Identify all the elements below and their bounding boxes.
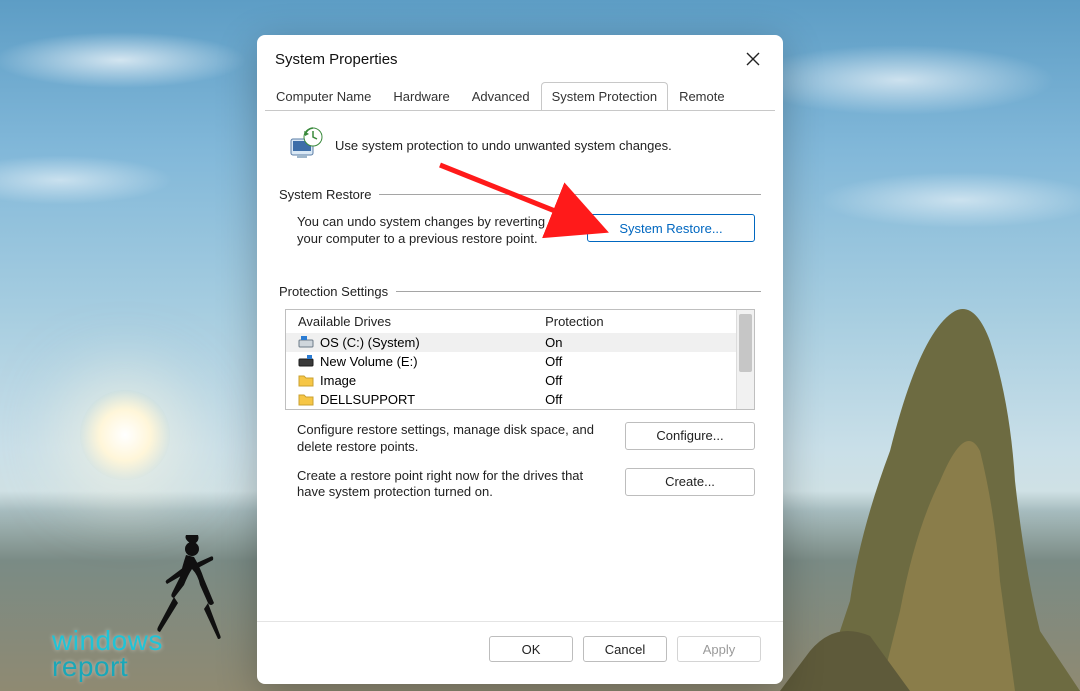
close-button[interactable] bbox=[739, 45, 767, 73]
intro-row: Use system protection to undo unwanted s… bbox=[279, 121, 761, 183]
watermark-logo: windows report bbox=[52, 628, 163, 681]
drive-row[interactable]: Image Off bbox=[286, 371, 736, 390]
drive-row[interactable]: OS (C:) (System) On bbox=[286, 333, 736, 352]
drive-name: New Volume (E:) bbox=[320, 354, 418, 369]
create-button[interactable]: Create... bbox=[625, 468, 755, 496]
tab-strip: Computer Name Hardware Advanced System P… bbox=[257, 81, 783, 110]
system-protection-icon bbox=[285, 125, 325, 165]
tab-underline bbox=[265, 110, 775, 111]
drive-row[interactable]: DELLSUPPORT Off bbox=[286, 390, 736, 409]
drive-protection: Off bbox=[545, 392, 724, 407]
system-properties-dialog: System Properties Computer Name Hardware… bbox=[257, 35, 783, 684]
tab-advanced[interactable]: Advanced bbox=[461, 82, 541, 110]
folder-icon bbox=[298, 392, 314, 406]
system-restore-legend: System Restore bbox=[279, 187, 371, 202]
protection-settings-group: Protection Settings Available Drives Pro… bbox=[279, 284, 761, 502]
intro-text: Use system protection to undo unwanted s… bbox=[335, 138, 672, 153]
tab-content: Use system protection to undo unwanted s… bbox=[257, 111, 783, 603]
rock-formation bbox=[780, 171, 1080, 691]
watermark-line2: report bbox=[52, 654, 163, 681]
drive-name: OS (C:) (System) bbox=[320, 335, 420, 350]
watermark-line1: windows bbox=[52, 628, 163, 655]
system-restore-desc: You can undo system changes by reverting… bbox=[297, 214, 571, 248]
titlebar: System Properties bbox=[257, 35, 783, 81]
drive-name: Image bbox=[320, 373, 356, 388]
drive-system-icon bbox=[298, 335, 314, 349]
dialog-footer: OK Cancel Apply bbox=[257, 621, 783, 684]
drive-protection: Off bbox=[545, 373, 724, 388]
ok-button[interactable]: OK bbox=[489, 636, 573, 662]
system-restore-group: System Restore You can undo system chang… bbox=[279, 187, 761, 280]
create-desc: Create a restore point right now for the… bbox=[297, 468, 609, 502]
drive-name: DELLSUPPORT bbox=[320, 392, 415, 407]
drive-row[interactable]: New Volume (E:) Off bbox=[286, 352, 736, 371]
cancel-button[interactable]: Cancel bbox=[583, 636, 667, 662]
drives-list: Available Drives Protection OS (C:) (Sys… bbox=[285, 309, 755, 410]
apply-button[interactable]: Apply bbox=[677, 636, 761, 662]
tab-system-protection[interactable]: System Protection bbox=[541, 82, 669, 110]
column-available-drives: Available Drives bbox=[298, 314, 545, 329]
scrollbar-thumb[interactable] bbox=[739, 314, 752, 372]
folder-icon bbox=[298, 373, 314, 387]
dialog-title: System Properties bbox=[275, 51, 398, 68]
close-icon bbox=[746, 52, 760, 66]
drives-scrollbar[interactable] bbox=[736, 310, 754, 409]
sun bbox=[80, 390, 170, 480]
drive-protection: Off bbox=[545, 354, 724, 369]
protection-settings-legend: Protection Settings bbox=[279, 284, 388, 299]
system-restore-button[interactable]: System Restore... bbox=[587, 214, 755, 242]
drive-hdd-icon bbox=[298, 354, 314, 368]
tab-hardware[interactable]: Hardware bbox=[382, 82, 460, 110]
drive-protection: On bbox=[545, 335, 724, 350]
configure-button[interactable]: Configure... bbox=[625, 422, 755, 450]
configure-desc: Configure restore settings, manage disk … bbox=[297, 422, 609, 456]
tab-remote[interactable]: Remote bbox=[668, 82, 736, 110]
drives-header: Available Drives Protection bbox=[286, 310, 736, 333]
column-protection: Protection bbox=[545, 314, 724, 329]
divider bbox=[379, 194, 761, 195]
tab-computer-name[interactable]: Computer Name bbox=[265, 82, 382, 110]
divider bbox=[396, 291, 761, 292]
